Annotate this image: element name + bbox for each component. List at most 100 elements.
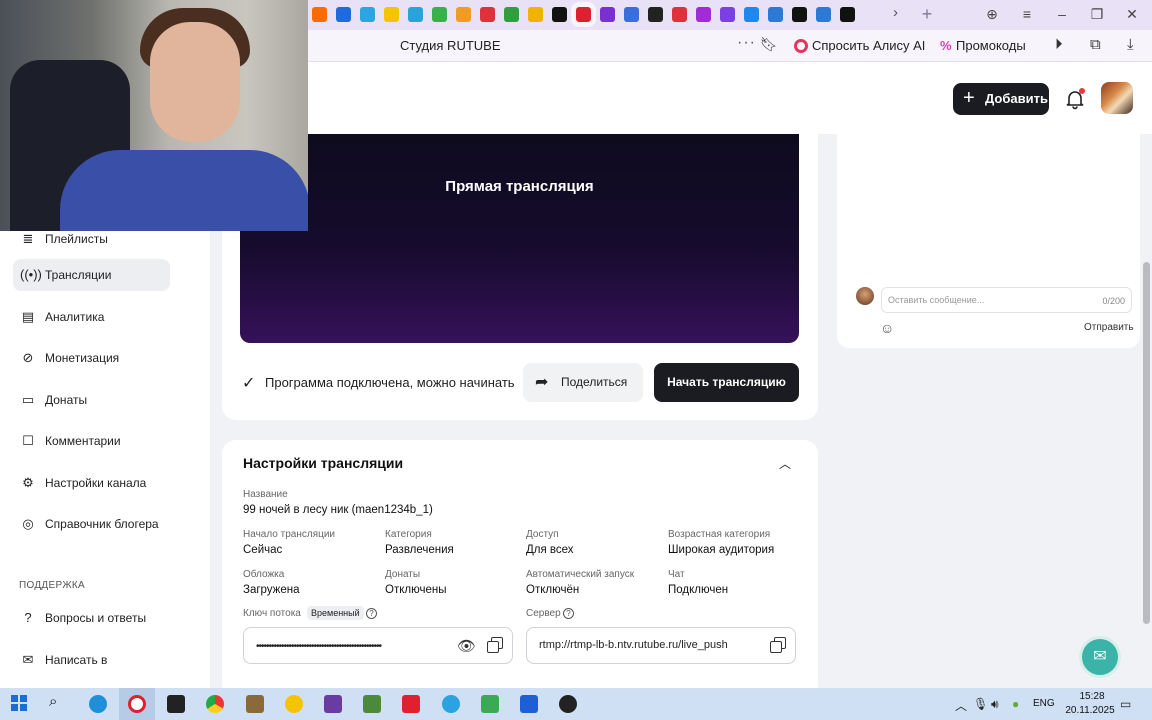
yandex-browser-icon[interactable] (128, 695, 146, 713)
add-button[interactable]: + Добавить (953, 83, 1049, 115)
close-window-button[interactable]: ✕ (1117, 3, 1147, 25)
browser-tab-icon[interactable] (792, 7, 807, 22)
browser-tab-icon[interactable] (840, 7, 855, 22)
sidebar-item-label: Настройки канала (45, 476, 147, 490)
person-face (150, 22, 240, 142)
browser-tab-icon[interactable] (624, 7, 639, 22)
sidebar-item-comments[interactable]: ☐ Комментарии (13, 425, 170, 457)
clock-time[interactable]: 15:28 (1072, 691, 1112, 702)
eye-icon[interactable]: 👁︎ (457, 637, 476, 655)
site-title[interactable]: Студия RUTUBE (400, 38, 501, 53)
minecraft-icon[interactable] (363, 695, 381, 713)
microphone-icon[interactable]: 🎙︎ (973, 697, 988, 711)
more-options-icon[interactable]: ··· (737, 34, 756, 52)
sidebar-item-monetization[interactable]: ⊘ Монетизация (13, 342, 170, 374)
sidebar-item-contact-support[interactable]: ✉ Написать в поддержку (13, 644, 170, 688)
notifications-icon[interactable] (1064, 88, 1086, 110)
browser-tab-icon[interactable] (648, 7, 663, 22)
browser-tab-icon[interactable] (720, 7, 735, 22)
promo-codes-button[interactable]: % Промокоды (936, 34, 1032, 58)
scrollbar-thumb[interactable] (1143, 262, 1150, 624)
sidebar-item-blogger-guide[interactable]: ◎ Справочник блогера (13, 508, 170, 540)
field-value: Для всех (526, 544, 574, 556)
edge-icon[interactable] (89, 695, 107, 713)
chat-message-input[interactable]: Оставить сообщение... 0/200 (881, 287, 1132, 313)
new-tab-button[interactable]: + (917, 4, 937, 24)
tab-manager-icon[interactable]: ⊕ (977, 3, 1007, 25)
user-avatar[interactable] (1101, 82, 1133, 114)
field-label: Начало трансляции (243, 529, 335, 540)
browser-tab-icon[interactable] (360, 7, 375, 22)
game-icon[interactable] (246, 695, 264, 713)
downloads-icon[interactable]: ⤓ (1127, 36, 1134, 53)
ask-alice-button[interactable]: Спросить Алису AI (790, 34, 931, 58)
browser-tab-icon[interactable] (672, 7, 687, 22)
status-tray-icon[interactable]: ● (1012, 697, 1019, 711)
clock-date[interactable]: 20.11.2025 (1060, 705, 1120, 716)
tabs-scroll-right-icon[interactable]: › (893, 4, 898, 21)
chrome-icon[interactable] (206, 695, 224, 713)
sidebar-item-analytics[interactable]: ▤ Аналитика (13, 301, 170, 333)
server-field[interactable]: rtmp://rtmp-lb-b.ntv.rutube.ru/live_push (526, 627, 796, 664)
tray-expand-icon[interactable]: ︿ (955, 697, 967, 714)
browser-tab-icon[interactable] (552, 7, 567, 22)
radiation-app-icon[interactable] (285, 695, 303, 713)
field-label: Чат (668, 569, 685, 580)
telegram-icon[interactable] (442, 695, 460, 713)
notification-center-icon[interactable]: ▭ (1120, 697, 1131, 711)
play-icon[interactable]: ⏵ (1055, 36, 1063, 53)
browser-tab-icon[interactable] (696, 7, 711, 22)
language-indicator[interactable]: ENG (1033, 698, 1055, 709)
analytics-icon: ▤ (21, 309, 35, 324)
share-button[interactable]: ➦ Поделиться (523, 363, 643, 402)
sidebar-item-faq[interactable]: ? Вопросы и ответы (13, 602, 170, 634)
browser-tab-icon[interactable] (600, 7, 615, 22)
browser-tab-icon[interactable] (571, 2, 596, 27)
windows-start-icon[interactable] (11, 695, 27, 711)
browser-tab-icon[interactable] (384, 7, 399, 22)
start-broadcast-button[interactable]: Начать трансляцию (654, 363, 799, 402)
capcut-icon[interactable] (167, 695, 185, 713)
check-icon: ✓ (242, 375, 256, 392)
browser-tab-icon[interactable] (504, 7, 519, 22)
video-preview[interactable]: Прямая трансляция (240, 134, 799, 343)
browser-tab-icon[interactable] (336, 7, 351, 22)
help-icon[interactable]: ? (563, 608, 574, 619)
sidebar-item-channel-settings[interactable]: ⚙ Настройки канала (13, 467, 170, 499)
help-icon[interactable]: ? (366, 608, 377, 619)
stream-key-field[interactable]: ••••••••••••••••••••••••••••••••••••••••… (243, 627, 513, 664)
emoji-icon[interactable]: ☺ (880, 320, 894, 336)
browser-tab-icon[interactable] (528, 7, 543, 22)
browser-menu-icon[interactable]: ≡ (1012, 3, 1042, 25)
game-icon[interactable] (324, 695, 342, 713)
send-button[interactable]: Отправить (1084, 322, 1134, 333)
browser-tab-icon[interactable] (768, 7, 783, 22)
sidebar-item-donations[interactable]: ▭ Донаты (13, 384, 170, 416)
minimize-button[interactable]: – (1047, 3, 1077, 25)
browser-tab-icon[interactable] (480, 7, 495, 22)
browser-tab-icon[interactable] (816, 7, 831, 22)
copy-icon[interactable] (487, 637, 503, 653)
browser-tab-icon[interactable] (744, 7, 759, 22)
chevron-up-icon[interactable]: ︿ (779, 455, 791, 472)
browser-tab-icon[interactable] (456, 7, 471, 22)
bookmark-icon[interactable]: 🔖︎ (760, 36, 778, 53)
browser-tab-icon[interactable] (312, 7, 327, 22)
scrollbar[interactable] (1141, 134, 1152, 688)
search-icon[interactable]: ⌕ (49, 693, 67, 711)
game-icon[interactable] (481, 695, 499, 713)
chat-support-icon[interactable]: ✉ (1079, 636, 1121, 678)
sidebar-item-broadcasts[interactable]: ((•)) Трансляции (13, 259, 170, 291)
yandex-icon[interactable] (402, 695, 420, 713)
status-text: Программа подключена, можно начинать (265, 375, 515, 390)
app-icon[interactable] (520, 695, 538, 713)
volume-icon[interactable]: 🔊︎ (991, 697, 999, 712)
browser-tab-icon[interactable] (432, 7, 447, 22)
sidebar-item-label: Комментарии (45, 434, 121, 448)
obs-icon[interactable] (559, 695, 577, 713)
browser-tab-icon[interactable] (408, 7, 423, 22)
extensions-icon[interactable]: ⧉ (1090, 36, 1101, 53)
restore-button[interactable]: ❐ (1082, 3, 1112, 25)
copy-icon[interactable] (770, 637, 786, 653)
server-label: Сервер (526, 608, 561, 619)
